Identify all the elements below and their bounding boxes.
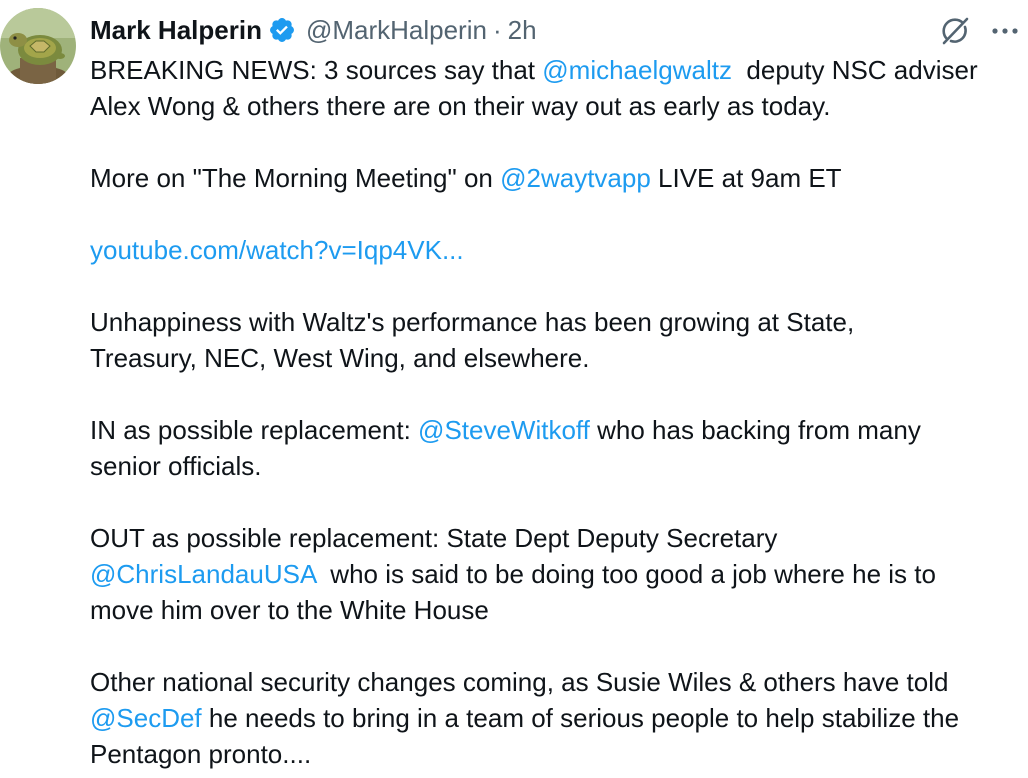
text-span: who is said to be doing too good a job w…	[315, 559, 936, 589]
mention-chrislandauusa[interactable]: @ChrisLandauUSA	[90, 559, 316, 589]
verified-badge-icon	[269, 18, 294, 42]
text-span: BREAKING NEWS: 3 sources say that	[90, 55, 543, 85]
text-span: senior officials.	[90, 451, 262, 481]
text-span: LIVE at 9am ET	[650, 163, 842, 193]
timestamp[interactable]: 2h	[508, 10, 537, 50]
mention-secdef[interactable]: @SecDef	[90, 703, 202, 733]
tweet-header: Mark Halperin @MarkHalperin · 2h	[90, 10, 537, 50]
text-span: who has backing from many	[589, 415, 921, 445]
text-span: he needs to bring in a team of serious p…	[201, 703, 960, 733]
text-span: Other national security changes coming, …	[90, 667, 949, 697]
text-span: move him over to the White House	[90, 595, 489, 625]
tweet-paragraph: youtube.com/watch?v=Iqp4VK...	[90, 232, 1020, 268]
tweet-paragraph: OUT as possible replacement: State Dept …	[90, 520, 1020, 628]
grok-icon[interactable]	[938, 14, 972, 48]
tweet-paragraph: BREAKING NEWS: 3 sources say that @micha…	[90, 52, 1020, 124]
tweet: Mark Halperin @MarkHalperin · 2h BREAKIN…	[0, 0, 1028, 778]
text-span: Treasury, NEC, West Wing, and elsewhere.	[90, 343, 590, 373]
text-span: Alex Wong & others there are on their wa…	[90, 91, 831, 121]
tweet-paragraph: IN as possible replacement: @SteveWitkof…	[90, 412, 1020, 484]
author-handle[interactable]: @MarkHalperin	[306, 10, 487, 50]
text-span: More on "The Morning Meeting" on	[90, 163, 501, 193]
tweet-text: BREAKING NEWS: 3 sources say that @micha…	[90, 52, 1020, 772]
mention-michaelgwaltz[interactable]: @michaelgwaltz	[542, 55, 732, 85]
more-options-icon[interactable]	[988, 16, 1022, 46]
tweet-paragraph: Unhappiness with Waltz's performance has…	[90, 304, 1020, 376]
header-separator: ·	[492, 15, 502, 45]
youtube-link[interactable]: youtube.com/watch?v=Iqp4VK...	[90, 235, 464, 265]
text-span: OUT as possible replacement: State Dept …	[90, 523, 778, 553]
text-span: Pentagon pronto....	[90, 739, 312, 769]
tweet-paragraph: More on "The Morning Meeting" on @2waytv…	[90, 160, 1020, 196]
text-span: deputy NSC adviser	[731, 55, 978, 85]
text-span: Unhappiness with Waltz's performance has…	[90, 307, 855, 337]
mention-2waytvapp[interactable]: @2waytvapp	[500, 163, 651, 193]
author-display-name[interactable]: Mark Halperin	[90, 10, 262, 50]
avatar[interactable]	[0, 8, 76, 84]
tweet-paragraph: Other national security changes coming, …	[90, 664, 1020, 772]
mention-stevewitkoff[interactable]: @SteveWitkoff	[418, 415, 590, 445]
text-span: IN as possible replacement:	[90, 415, 419, 445]
